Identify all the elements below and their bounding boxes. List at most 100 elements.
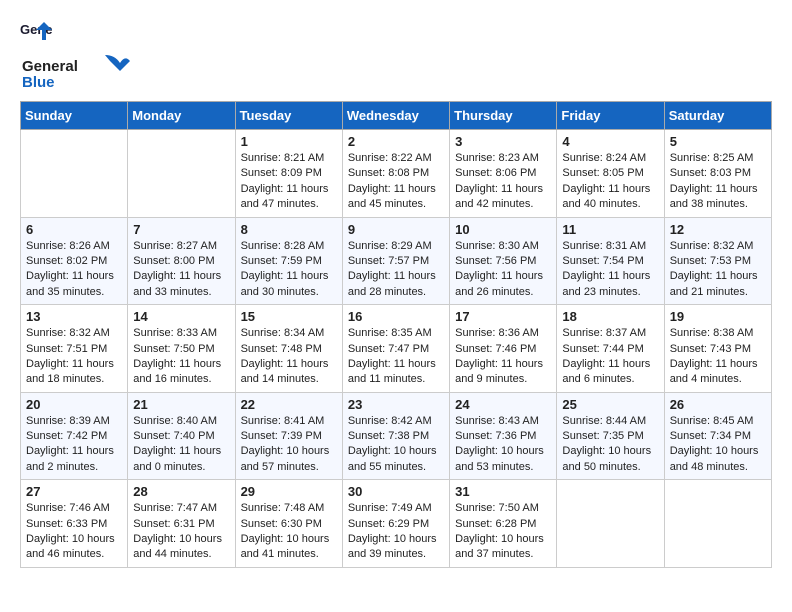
day-number: 26 [670, 397, 766, 412]
calendar-cell [21, 130, 128, 218]
cell-sun-info: Sunrise: 8:32 AM Sunset: 7:53 PM Dayligh… [670, 239, 766, 301]
cell-sun-info: Sunrise: 7:49 AM Sunset: 6:29 PM Dayligh… [348, 501, 444, 563]
calendar-cell: 20Sunrise: 8:39 AM Sunset: 7:42 PM Dayli… [21, 392, 128, 480]
svg-text:Blue: Blue [22, 74, 55, 91]
cell-sun-info: Sunrise: 8:35 AM Sunset: 7:47 PM Dayligh… [348, 326, 444, 388]
cell-sun-info: Sunrise: 7:46 AM Sunset: 6:33 PM Dayligh… [26, 501, 122, 563]
day-number: 10 [455, 222, 551, 237]
calendar-cell: 16Sunrise: 8:35 AM Sunset: 7:47 PM Dayli… [342, 305, 449, 393]
cell-sun-info: Sunrise: 8:37 AM Sunset: 7:44 PM Dayligh… [562, 326, 658, 388]
calendar-cell: 3 Sunrise: 8:23 AM Sunset: 8:06 PM Daylig… [450, 130, 557, 218]
cell-sun-info: Sunrise: 8:44 AM Sunset: 7:35 PM Dayligh… [562, 414, 658, 476]
weekday-header-thursday: Thursday [450, 102, 557, 130]
calendar-cell [128, 130, 235, 218]
calendar-cell: 1Sunrise: 8:21 AM Sunset: 8:09 PM Daylig… [235, 130, 342, 218]
cell-sun-info: Sunrise: 8:32 AM Sunset: 7:51 PM Dayligh… [26, 326, 122, 388]
cell-sun-info: Sunrise: 8:40 AM Sunset: 7:40 PM Dayligh… [133, 414, 229, 476]
logo-icon: General [20, 20, 52, 53]
calendar-cell: 27 Sunrise: 7:46 AM Sunset: 6:33 PM Dayli… [21, 480, 128, 568]
cell-sun-info: Sunrise: 8:28 AM Sunset: 7:59 PM Dayligh… [241, 239, 337, 301]
cell-sun-info: Sunrise: 8:29 AM Sunset: 7:57 PM Dayligh… [348, 239, 444, 301]
day-number: 18 [562, 309, 658, 324]
calendar-cell: 4 Sunrise: 8:24 AM Sunset: 8:05 PM Daylig… [557, 130, 664, 218]
weekday-header-row: SundayMondayTuesdayWednesdayThursdayFrid… [21, 102, 772, 130]
cell-sun-info: Sunrise: 7:47 AM Sunset: 6:31 PM Dayligh… [133, 501, 229, 563]
cell-sun-info: Sunrise: 8:41 AM Sunset: 7:39 PM Dayligh… [241, 414, 337, 476]
calendar-cell: 29Sunrise: 7:48 AM Sunset: 6:30 PM Dayli… [235, 480, 342, 568]
calendar-cell: 30 Sunrise: 7:49 AM Sunset: 6:29 PM Dayli… [342, 480, 449, 568]
calendar-cell: 28Sunrise: 7:47 AM Sunset: 6:31 PM Dayli… [128, 480, 235, 568]
cell-sun-info: Sunrise: 8:24 AM Sunset: 8:05 PM Dayligh… [562, 151, 658, 213]
cell-sun-info: Sunrise: 8:22 AM Sunset: 8:08 PM Dayligh… [348, 151, 444, 213]
cell-sun-info: Sunrise: 8:38 AM Sunset: 7:43 PM Dayligh… [670, 326, 766, 388]
calendar-cell: 13Sunrise: 8:32 AM Sunset: 7:51 PM Dayli… [21, 305, 128, 393]
week-row-1: 1Sunrise: 8:21 AM Sunset: 8:09 PM Daylig… [21, 130, 772, 218]
calendar-cell: 11 Sunrise: 8:31 AM Sunset: 7:54 PM Dayli… [557, 217, 664, 305]
day-number: 11 [562, 222, 658, 237]
day-number: 27 [26, 484, 122, 499]
day-number: 24 [455, 397, 551, 412]
svg-text:General: General [22, 58, 78, 75]
calendar-cell: 31 Sunrise: 7:50 AM Sunset: 6:28 PM Dayli… [450, 480, 557, 568]
day-number: 4 [562, 134, 658, 149]
calendar-cell: 22 Sunrise: 8:41 AM Sunset: 7:39 PM Dayli… [235, 392, 342, 480]
calendar-cell: 14 Sunrise: 8:33 AM Sunset: 7:50 PM Dayli… [128, 305, 235, 393]
cell-sun-info: Sunrise: 7:50 AM Sunset: 6:28 PM Dayligh… [455, 501, 551, 563]
day-number: 30 [348, 484, 444, 499]
day-number: 6 [26, 222, 122, 237]
weekday-header-wednesday: Wednesday [342, 102, 449, 130]
cell-sun-info: Sunrise: 8:23 AM Sunset: 8:06 PM Dayligh… [455, 151, 551, 213]
cell-sun-info: Sunrise: 8:33 AM Sunset: 7:50 PM Dayligh… [133, 326, 229, 388]
week-row-5: 27 Sunrise: 7:46 AM Sunset: 6:33 PM Dayli… [21, 480, 772, 568]
calendar-cell: 17Sunrise: 8:36 AM Sunset: 7:46 PM Dayli… [450, 305, 557, 393]
calendar-cell: 15 Sunrise: 8:34 AM Sunset: 7:48 PM Dayli… [235, 305, 342, 393]
week-row-3: 13Sunrise: 8:32 AM Sunset: 7:51 PM Dayli… [21, 305, 772, 393]
day-number: 3 [455, 134, 551, 149]
calendar-cell: 21 Sunrise: 8:40 AM Sunset: 7:40 PM Dayli… [128, 392, 235, 480]
cell-sun-info: Sunrise: 8:26 AM Sunset: 8:02 PM Dayligh… [26, 239, 122, 301]
cell-sun-info: Sunrise: 8:42 AM Sunset: 7:38 PM Dayligh… [348, 414, 444, 476]
week-row-4: 20Sunrise: 8:39 AM Sunset: 7:42 PM Dayli… [21, 392, 772, 480]
calendar-cell: 23Sunrise: 8:42 AM Sunset: 7:38 PM Dayli… [342, 392, 449, 480]
calendar-cell: 26Sunrise: 8:45 AM Sunset: 7:34 PM Dayli… [664, 392, 771, 480]
day-number: 12 [670, 222, 766, 237]
day-number: 31 [455, 484, 551, 499]
day-number: 14 [133, 309, 229, 324]
calendar-cell: 5 Sunrise: 8:25 AM Sunset: 8:03 PM Daylig… [664, 130, 771, 218]
calendar-cell: 25 Sunrise: 8:44 AM Sunset: 7:35 PM Dayli… [557, 392, 664, 480]
calendar-cell: 2Sunrise: 8:22 AM Sunset: 8:08 PM Daylig… [342, 130, 449, 218]
day-number: 25 [562, 397, 658, 412]
day-number: 19 [670, 309, 766, 324]
day-number: 15 [241, 309, 337, 324]
calendar-cell: 10 Sunrise: 8:30 AM Sunset: 7:56 PM Dayli… [450, 217, 557, 305]
week-row-2: 6 Sunrise: 8:26 AM Sunset: 8:02 PM Daylig… [21, 217, 772, 305]
day-number: 22 [241, 397, 337, 412]
calendar-cell [664, 480, 771, 568]
calendar-cell: 9 Sunrise: 8:29 AM Sunset: 7:57 PM Daylig… [342, 217, 449, 305]
day-number: 7 [133, 222, 229, 237]
cell-sun-info: Sunrise: 8:27 AM Sunset: 8:00 PM Dayligh… [133, 239, 229, 301]
day-number: 17 [455, 309, 551, 324]
header: General General Blue [20, 20, 772, 91]
calendar-table: SundayMondayTuesdayWednesdayThursdayFrid… [20, 101, 772, 568]
cell-sun-info: Sunrise: 8:43 AM Sunset: 7:36 PM Dayligh… [455, 414, 551, 476]
cell-sun-info: Sunrise: 8:34 AM Sunset: 7:48 PM Dayligh… [241, 326, 337, 388]
day-number: 5 [670, 134, 766, 149]
day-number: 8 [241, 222, 337, 237]
cell-sun-info: Sunrise: 8:39 AM Sunset: 7:42 PM Dayligh… [26, 414, 122, 476]
cell-sun-info: Sunrise: 8:31 AM Sunset: 7:54 PM Dayligh… [562, 239, 658, 301]
weekday-header-tuesday: Tuesday [235, 102, 342, 130]
cell-sun-info: Sunrise: 8:30 AM Sunset: 7:56 PM Dayligh… [455, 239, 551, 301]
calendar-cell: 12 Sunrise: 8:32 AM Sunset: 7:53 PM Dayli… [664, 217, 771, 305]
logo: General General Blue [20, 20, 130, 91]
calendar-cell [557, 480, 664, 568]
cell-sun-info: Sunrise: 8:21 AM Sunset: 8:09 PM Dayligh… [241, 151, 337, 213]
calendar-cell: 8 Sunrise: 8:28 AM Sunset: 7:59 PM Daylig… [235, 217, 342, 305]
weekday-header-friday: Friday [557, 102, 664, 130]
cell-sun-info: Sunrise: 7:48 AM Sunset: 6:30 PM Dayligh… [241, 501, 337, 563]
day-number: 21 [133, 397, 229, 412]
cell-sun-info: Sunrise: 8:25 AM Sunset: 8:03 PM Dayligh… [670, 151, 766, 213]
weekday-header-saturday: Saturday [664, 102, 771, 130]
calendar-cell: 6 Sunrise: 8:26 AM Sunset: 8:02 PM Daylig… [21, 217, 128, 305]
day-number: 9 [348, 222, 444, 237]
